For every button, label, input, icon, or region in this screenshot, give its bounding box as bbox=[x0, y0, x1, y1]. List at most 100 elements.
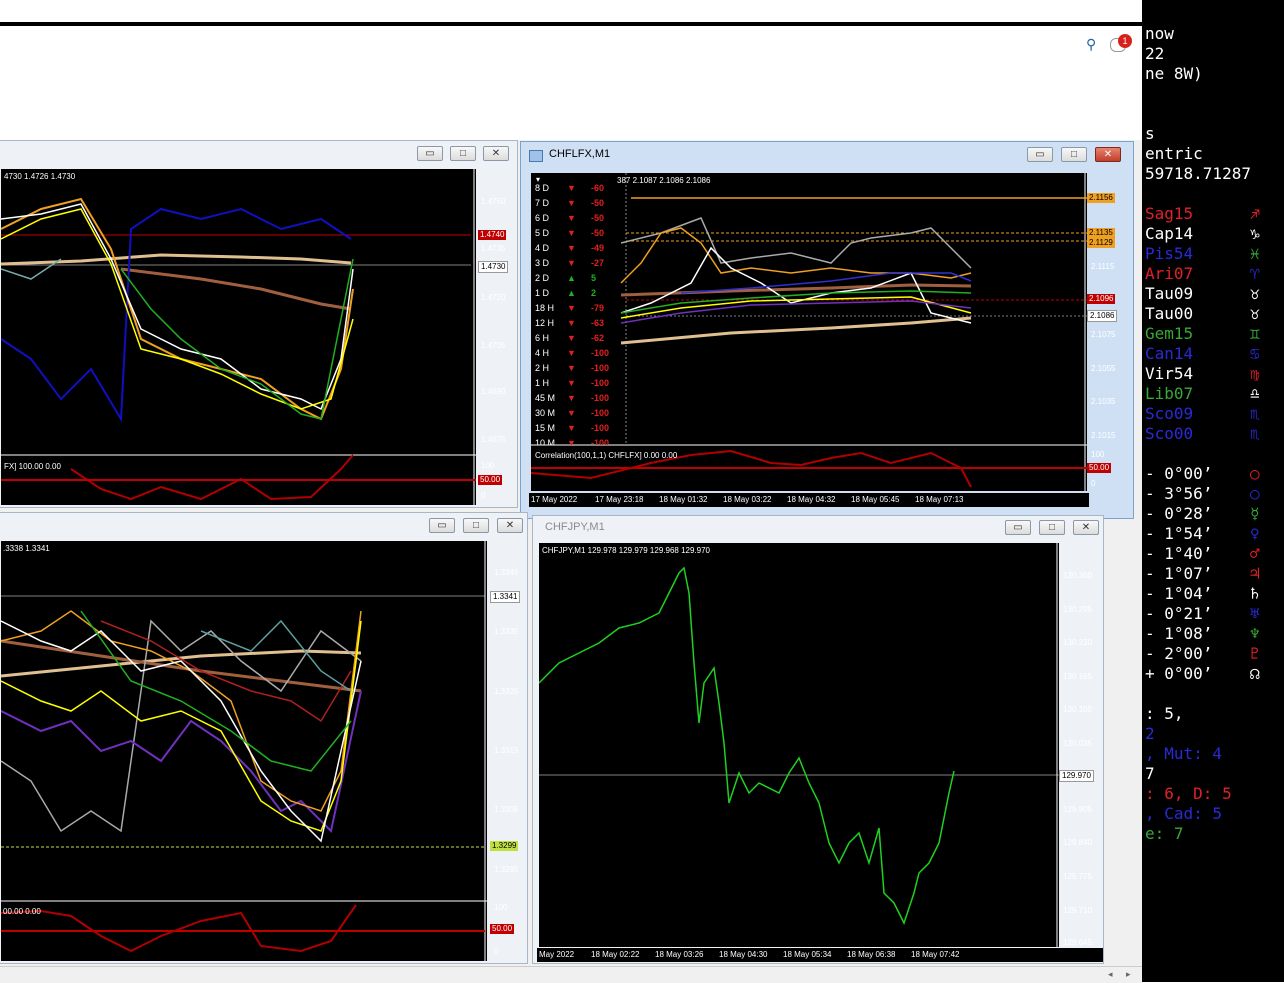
chart-plot-chflfx[interactable]: 387 2.1087 2.1086 2.1086 ▾ 8 D ▼ -60 7 D… bbox=[531, 173, 1087, 491]
maximize-button[interactable]: □ bbox=[1061, 147, 1087, 162]
footer-line: : 5, bbox=[1145, 704, 1184, 723]
maximize-button[interactable]: □ bbox=[450, 146, 476, 161]
capricorn-icon: ♑ bbox=[1250, 224, 1260, 243]
price-label: 1.3305 bbox=[494, 805, 519, 814]
price-label: 130.035 bbox=[1063, 739, 1092, 748]
notification-badge[interactable]: 1 bbox=[1118, 34, 1132, 48]
planet-position: Tau09 bbox=[1145, 284, 1194, 303]
price-label: 2.1115 bbox=[1091, 262, 1115, 271]
minimize-button[interactable]: ▭ bbox=[1005, 520, 1031, 535]
chart-plot-3[interactable]: .3338 1.3341 00.00 0.00 bbox=[1, 541, 487, 961]
node-icon: ☊ bbox=[1250, 664, 1260, 683]
scroll-left-icon[interactable]: ◂ bbox=[1108, 969, 1113, 980]
chart-window-1[interactable]: ▭ □ ✕ 4730 1.4726 1.4730 FX] 100.00 0.00… bbox=[0, 140, 518, 508]
signal-row: 45 M ▼ -100 bbox=[535, 391, 625, 406]
price-tag-green: 1.3299 bbox=[490, 841, 519, 851]
indicator-tag: 50.00 bbox=[478, 475, 503, 485]
price-label: 130.360 bbox=[1063, 571, 1092, 580]
price-lines-1 bbox=[1, 169, 476, 505]
price-tag: 2.1129 bbox=[1087, 238, 1115, 248]
up-arrow-icon: ▲ bbox=[567, 288, 576, 298]
down-arrow-icon: ▼ bbox=[567, 348, 576, 358]
maximize-button[interactable]: □ bbox=[1039, 520, 1065, 535]
close-button[interactable]: ✕ bbox=[497, 518, 523, 533]
chart-plot-chfjpy[interactable]: CHFJPY,M1 129.978 129.979 129.968 129.97… bbox=[539, 543, 1059, 947]
close-button[interactable]: ✕ bbox=[1073, 520, 1099, 535]
signal-row: 8 D ▼ -60 bbox=[535, 181, 625, 196]
scroll-right-icon[interactable]: ▸ bbox=[1126, 969, 1131, 980]
taurus-icon: ♉ bbox=[1250, 304, 1260, 323]
venus-icon: ♀ bbox=[1250, 524, 1260, 543]
indicator-tag: 50.00 bbox=[1087, 463, 1112, 473]
price-label: 1.3345 bbox=[494, 568, 519, 577]
planet-position: Cap14 bbox=[1145, 224, 1194, 243]
cancer-icon: ♋ bbox=[1250, 344, 1260, 363]
close-button[interactable]: ✕ bbox=[483, 146, 509, 161]
minimize-button[interactable]: ▭ bbox=[1027, 147, 1053, 162]
aspect-row: + 0°00’ bbox=[1145, 664, 1213, 683]
price-tag: 2.1135 bbox=[1087, 228, 1115, 238]
pluto-icon: ♇ bbox=[1250, 644, 1260, 663]
signal-row: 5 D ▼ -50 bbox=[535, 226, 625, 241]
price-label: 1.3315 bbox=[494, 746, 519, 755]
time-label: 18 May 05:34 bbox=[783, 950, 832, 959]
price-label: 130.165 bbox=[1063, 672, 1092, 681]
planet-position: Tau00 bbox=[1145, 304, 1194, 323]
chart-window-3[interactable]: ▭ □ ✕ .3338 1.3341 00.00 0.00 1.3345 1.3… bbox=[0, 512, 528, 964]
down-arrow-icon: ▼ bbox=[567, 333, 576, 343]
header-line: ne 8W) bbox=[1145, 64, 1203, 83]
price-label: 1.4705 bbox=[481, 341, 506, 350]
magnifier-icon[interactable]: ⚲ bbox=[1086, 36, 1096, 53]
indicator-label: 0 bbox=[481, 491, 486, 500]
virgo-icon: ♍ bbox=[1250, 364, 1260, 383]
indicator-label: 0 bbox=[494, 947, 499, 956]
price-label: 2.1075 bbox=[1091, 330, 1116, 339]
chart-window-chflfx[interactable]: CHFLFX,M1 ▭ □ ✕ 387 2.1087 2.1086 2.1086… bbox=[520, 141, 1134, 519]
indicator-label: 100 bbox=[494, 903, 508, 912]
planet-position: Sco00 bbox=[1145, 424, 1194, 443]
footer-line: e: 7 bbox=[1145, 824, 1184, 843]
price-label: 130.295 bbox=[1063, 605, 1092, 614]
indicator-tag: 50.00 bbox=[490, 924, 515, 934]
indicator-caption: FX] 100.00 0.00 bbox=[4, 462, 61, 471]
time-label: 18 May 03:26 bbox=[655, 950, 704, 959]
time-label: 18 May 07:13 bbox=[915, 495, 964, 504]
minimize-button[interactable]: ▭ bbox=[429, 518, 455, 533]
footer-line: 7 bbox=[1145, 764, 1155, 783]
signal-row: 30 M ▼ -100 bbox=[535, 406, 625, 421]
indicator-label: 100 bbox=[1091, 450, 1105, 459]
maximize-button[interactable]: □ bbox=[463, 518, 489, 533]
time-label: 17 May 2022 bbox=[531, 495, 578, 504]
astrology-panel: now 22 ne 8W) s entric 59718.71287 Sag15… bbox=[1142, 0, 1284, 982]
price-label: 129.775 bbox=[1063, 872, 1092, 881]
signal-row: 18 H ▼ -79 bbox=[535, 301, 625, 316]
aspect-row: - 0°21’ bbox=[1145, 604, 1213, 623]
header-line: s bbox=[1145, 124, 1155, 143]
chart-window-chfjpy[interactable]: CHFJPY,M1 ▭ □ ✕ CHFJPY,M1 129.978 129.97… bbox=[532, 515, 1104, 964]
libra-icon: ♎ bbox=[1250, 384, 1260, 403]
time-label: 17 May 23:18 bbox=[595, 495, 644, 504]
minimize-button[interactable]: ▭ bbox=[417, 146, 443, 161]
signal-row: 4 H ▼ -100 bbox=[535, 346, 625, 361]
aspect-row: - 1°54’ bbox=[1145, 524, 1213, 543]
sun-icon: ○ bbox=[1250, 464, 1260, 483]
aspect-row: - 3°56’ bbox=[1145, 484, 1213, 503]
close-button[interactable]: ✕ bbox=[1095, 147, 1121, 162]
time-axis: May 2022 18 May 02:22 18 May 03:26 18 Ma… bbox=[537, 948, 1103, 962]
moon-icon: ○ bbox=[1250, 484, 1260, 503]
price-label: 1.4675 bbox=[481, 435, 506, 444]
aspect-row: - 0°28’ bbox=[1145, 504, 1213, 523]
price-label: 1.3295 bbox=[494, 865, 519, 874]
time-label: May 2022 bbox=[539, 950, 575, 959]
top-menu-bar bbox=[0, 0, 1142, 22]
indicator-label: 0 bbox=[1091, 479, 1096, 488]
chart-plot-1[interactable]: 4730 1.4726 1.4730 FX] 100.00 0.00 bbox=[1, 169, 476, 505]
sagittarius-icon: ♐ bbox=[1250, 204, 1260, 223]
price-label: 2.1055 bbox=[1091, 364, 1116, 373]
time-label: 18 May 04:32 bbox=[787, 495, 836, 504]
time-axis: 17 May 2022 17 May 23:18 18 May 01:32 18… bbox=[529, 493, 1089, 507]
aspect-row: - 1°40’ bbox=[1145, 544, 1213, 563]
down-arrow-icon: ▼ bbox=[567, 258, 576, 268]
price-tag-current: 129.970 bbox=[1059, 770, 1094, 782]
indicator-caption: Correlation(100,1,1) CHFLFX] 0.00 0.00 bbox=[535, 451, 678, 460]
